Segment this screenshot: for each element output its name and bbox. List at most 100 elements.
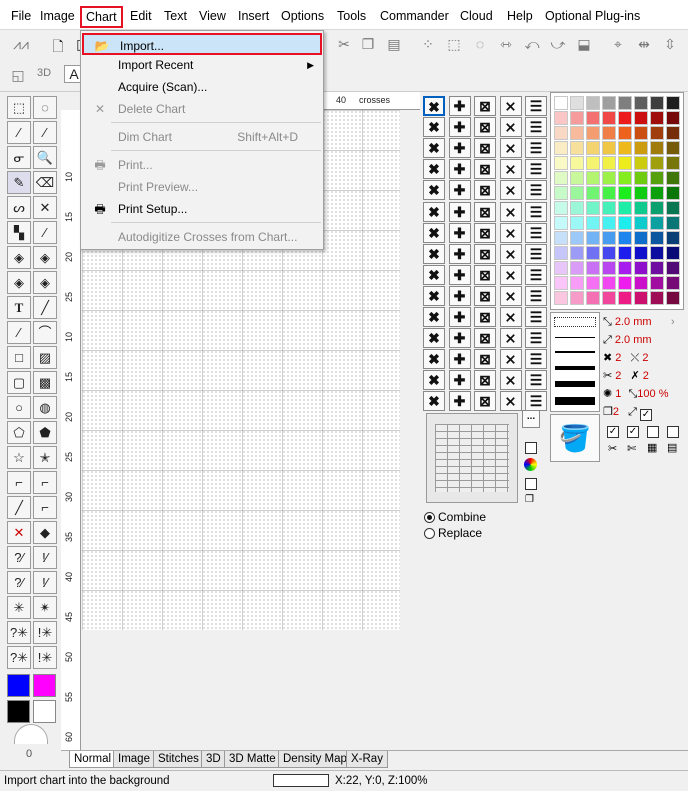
- combine-radio[interactable]: [424, 512, 435, 523]
- tab-3d[interactable]: 3D: [201, 751, 226, 768]
- special-stitch-2-icon[interactable]: !✳: [33, 621, 57, 644]
- menu-item-acquire-scan[interactable]: Acquire (Scan)...: [82, 76, 322, 98]
- stitch-type-button[interactable]: ✖: [423, 138, 445, 159]
- backstitch-2-icon[interactable]: !⁄: [33, 546, 57, 569]
- text-tool-icon[interactable]: T: [7, 296, 31, 319]
- palette-color-swatch[interactable]: [666, 126, 680, 140]
- stitch-type-button[interactable]: ☰: [525, 328, 547, 349]
- fill-4-icon[interactable]: ◈: [33, 271, 57, 294]
- stitch-type-button[interactable]: ⨯: [499, 328, 522, 349]
- palette-color-swatch[interactable]: [666, 246, 680, 260]
- palette-color-swatch[interactable]: [650, 246, 664, 260]
- stitch-type-button[interactable]: ☰: [525, 138, 547, 159]
- palette-color-swatch[interactable]: [650, 186, 664, 200]
- stitch-type-button[interactable]: ✖: [423, 391, 445, 412]
- filled-polygon-icon[interactable]: ⬟: [33, 421, 57, 444]
- copy-pattern-icon[interactable]: ❐: [525, 494, 534, 505]
- stitch-type-button[interactable]: ⊠: [474, 96, 496, 116]
- rectangle-icon[interactable]: □: [7, 346, 31, 369]
- replace-radio[interactable]: [424, 528, 435, 539]
- filter-checkbox[interactable]: [647, 426, 659, 438]
- palette-color-swatch[interactable]: [586, 231, 600, 245]
- palette-color-swatch[interactable]: [570, 231, 584, 245]
- stitch-type-button[interactable]: ✚: [448, 349, 471, 370]
- stitch-type-button[interactable]: ⊠: [474, 264, 496, 285]
- color-replace-icon[interactable]: ✕: [33, 196, 57, 219]
- stitch-type-button[interactable]: ☰: [525, 391, 547, 412]
- stitch-type-button[interactable]: ⨯: [499, 201, 522, 222]
- stitch-type-button[interactable]: ✚: [448, 370, 471, 391]
- palette-color-swatch[interactable]: [570, 111, 584, 125]
- stitch-type-button[interactable]: ✚: [448, 201, 471, 222]
- magic-wand-2-icon[interactable]: ⁄: [33, 121, 57, 144]
- bead-icon[interactable]: ◆: [33, 521, 57, 544]
- menu-item-print-setup[interactable]: 🖶 Print Setup...: [82, 198, 322, 220]
- stitch-type-button[interactable]: ✖: [423, 222, 445, 243]
- menu-item-autodigitize[interactable]: Autodigitize Crosses from Chart...: [82, 226, 322, 248]
- palette-color-swatch[interactable]: [586, 156, 600, 170]
- palette-color-swatch[interactable]: [602, 186, 616, 200]
- palette-color-swatch[interactable]: [586, 111, 600, 125]
- stitch-type-button[interactable]: ⊠: [474, 285, 496, 306]
- palette-color-swatch[interactable]: [602, 231, 616, 245]
- combine-option[interactable]: Combine: [424, 510, 486, 524]
- palette-color-swatch[interactable]: [586, 261, 600, 275]
- palette-color-swatch[interactable]: [634, 231, 648, 245]
- primary-color-swatch[interactable]: [7, 674, 30, 697]
- palette-color-swatch[interactable]: [602, 141, 616, 155]
- stitch-type-button[interactable]: ⨯: [499, 117, 522, 138]
- menu-image[interactable]: Image: [40, 7, 75, 25]
- palette-color-swatch[interactable]: [570, 291, 584, 305]
- rounded-rect-icon[interactable]: ▢: [7, 371, 31, 394]
- stitch-type-button[interactable]: ☰: [525, 117, 547, 138]
- palette-color-swatch[interactable]: [570, 276, 584, 290]
- curve-icon[interactable]: ⌒: [33, 321, 57, 344]
- filter-checkbox[interactable]: ✓: [627, 426, 639, 438]
- palette-color-swatch[interactable]: [634, 96, 648, 110]
- palette-color-swatch[interactable]: [650, 291, 664, 305]
- scissors-icon[interactable]: ✂: [608, 442, 617, 455]
- stitch-type-button[interactable]: ⊠: [474, 391, 496, 412]
- stitch-type-button[interactable]: ⊠: [474, 328, 496, 349]
- palette-color-swatch[interactable]: [554, 201, 568, 215]
- palette-color-swatch[interactable]: [634, 291, 648, 305]
- palette-color-swatch[interactable]: [634, 111, 648, 125]
- palette-color-swatch[interactable]: [602, 111, 616, 125]
- stitch-type-button[interactable]: ⨯: [499, 264, 522, 285]
- secondary-color-swatch[interactable]: [33, 674, 56, 697]
- palette-color-swatch[interactable]: [618, 186, 632, 200]
- link-checkbox[interactable]: ✓: [639, 409, 652, 421]
- palette-color-swatch[interactable]: [634, 261, 648, 275]
- palette-color-swatch[interactable]: [666, 141, 680, 155]
- menu-options[interactable]: Options: [281, 7, 324, 25]
- palette-color-swatch[interactable]: [554, 276, 568, 290]
- fill-pattern-preview[interactable]: [426, 413, 518, 503]
- stitch-type-button[interactable]: ✖: [423, 307, 445, 327]
- special-stitch-3-icon[interactable]: ?✳: [7, 646, 31, 669]
- palette-color-swatch[interactable]: [618, 96, 632, 110]
- cut-icon[interactable]: ✂: [334, 36, 354, 53]
- cross-cut-icon[interactable]: ✄: [627, 442, 636, 455]
- backstitch-icon[interactable]: ?⁄: [7, 546, 31, 569]
- pencil-icon[interactable]: ✎: [7, 171, 31, 194]
- stitch-type-button[interactable]: ✚: [448, 117, 471, 138]
- color-picker-icon[interactable]: ⁄: [7, 321, 31, 344]
- palette-color-swatch[interactable]: [634, 186, 648, 200]
- stairs-icon[interactable]: ⌐: [7, 471, 31, 494]
- stitch-type-button[interactable]: ⨯: [499, 307, 522, 327]
- palette-color-swatch[interactable]: [602, 246, 616, 260]
- knot-2-icon[interactable]: ✴: [33, 596, 57, 619]
- star-icon[interactable]: ☆: [7, 446, 31, 469]
- move-icon[interactable]: ⁘: [418, 36, 438, 53]
- fill-icon[interactable]: ◈: [7, 246, 31, 269]
- replace-option[interactable]: Replace: [424, 526, 482, 540]
- stitch-type-button[interactable]: ☰: [525, 201, 547, 222]
- stitch-type-button[interactable]: ✚: [448, 328, 471, 349]
- filter-checkbox[interactable]: [667, 426, 679, 438]
- select-icon[interactable]: ⬚: [444, 36, 464, 53]
- rotate-left-icon[interactable]: ⤺: [522, 36, 542, 53]
- stitch-type-button[interactable]: ✚: [448, 222, 471, 243]
- palette-color-swatch[interactable]: [554, 261, 568, 275]
- menu-item-import[interactable]: 📂 Import...: [82, 33, 322, 55]
- palette-color-swatch[interactable]: [602, 126, 616, 140]
